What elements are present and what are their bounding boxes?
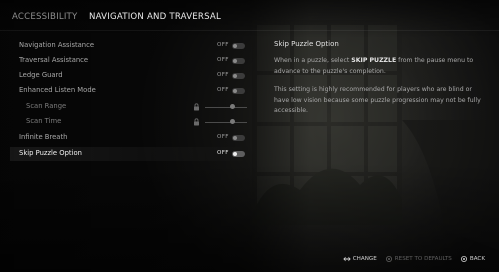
tab-accessibility[interactable]: ACCESSIBILITY (12, 12, 77, 22)
button-prompt-bar: CHANGE RESET TO DEFAULTS BACK (335, 256, 485, 262)
setting-value: OFF (217, 71, 229, 78)
slider-track[interactable] (205, 106, 247, 108)
change-label: CHANGE (352, 256, 377, 262)
settings-screen: ACCESSIBILITY NAVIGATION AND TRAVERSAL N… (0, 0, 499, 272)
highlighted-menu-option: SKIP PUZZLE (351, 57, 397, 64)
tab-divider (0, 30, 499, 31)
description-title: Skip Puzzle Option (274, 40, 339, 48)
lock-icon (194, 118, 199, 126)
toggle-knob (233, 43, 237, 48)
description-paragraph: When in a puzzle, select SKIP PUZZLE fro… (274, 56, 488, 77)
setting-label: Ledge Guard (19, 71, 63, 79)
reset-to-defaults-prompt[interactable]: RESET TO DEFAULTS (385, 256, 452, 262)
setting-row-enhanced-listen-mode[interactable]: Enhanced Listen Mode OFF (10, 84, 249, 98)
setting-row-scan-range[interactable]: Scan Range (10, 100, 249, 114)
slider-knob[interactable] (229, 119, 235, 124)
setting-row-infinite-breath[interactable]: Infinite Breath OFF (10, 131, 249, 145)
circle-button-icon (460, 256, 467, 262)
toggle-switch[interactable] (232, 150, 245, 157)
toggle-knob (233, 151, 237, 156)
setting-value: OFF (217, 86, 229, 93)
setting-label: Navigation Assistance (19, 41, 95, 49)
setting-label: Skip Puzzle Option (19, 149, 82, 157)
toggle-knob (233, 73, 237, 78)
setting-row-skip-puzzle-option[interactable]: Skip Puzzle Option OFF (10, 147, 249, 161)
circle-button-icon (385, 256, 392, 262)
toggle-knob (233, 88, 237, 93)
setting-row-ledge-guard[interactable]: Ledge Guard OFF (10, 69, 249, 83)
setting-label: Scan Time (26, 117, 62, 125)
back-label: BACK (469, 256, 485, 262)
toggle-knob (233, 58, 237, 63)
description-text: When in a puzzle, select (274, 57, 352, 64)
lock-icon (194, 103, 199, 111)
setting-label: Infinite Breath (19, 133, 68, 141)
setting-label: Traversal Assistance (19, 56, 89, 64)
back-prompt[interactable]: BACK (460, 256, 485, 262)
toggle-switch[interactable] (232, 42, 245, 49)
tab-navigation-and-traversal[interactable]: NAVIGATION AND TRAVERSAL (89, 12, 221, 22)
setting-row-scan-time[interactable]: Scan Time (10, 115, 249, 129)
change-prompt[interactable]: CHANGE (343, 256, 377, 262)
setting-value: OFF (217, 41, 229, 48)
setting-row-navigation-assistance[interactable]: Navigation Assistance OFF (10, 39, 249, 53)
description-panel: Skip Puzzle Option When in a puzzle, sel… (274, 40, 488, 125)
setting-row-traversal-assistance[interactable]: Traversal Assistance OFF (10, 54, 249, 68)
setting-label: Scan Range (26, 102, 67, 110)
toggle-switch[interactable] (232, 87, 245, 94)
setting-value: OFF (217, 133, 229, 140)
setting-value: OFF (217, 56, 229, 63)
setting-label: Enhanced Listen Mode (19, 86, 96, 94)
slider-knob[interactable] (229, 104, 235, 109)
toggle-switch[interactable] (232, 134, 245, 141)
dpad-left-right-icon (343, 256, 351, 262)
reset-to-defaults-label: RESET TO DEFAULTS (394, 256, 452, 262)
toggle-switch[interactable] (232, 72, 245, 79)
setting-value: OFF (217, 149, 229, 156)
toggle-knob (233, 135, 237, 140)
description-paragraph: This setting is highly recommended for p… (274, 86, 481, 115)
toggle-switch[interactable] (232, 57, 245, 64)
slider-track[interactable] (205, 121, 247, 123)
